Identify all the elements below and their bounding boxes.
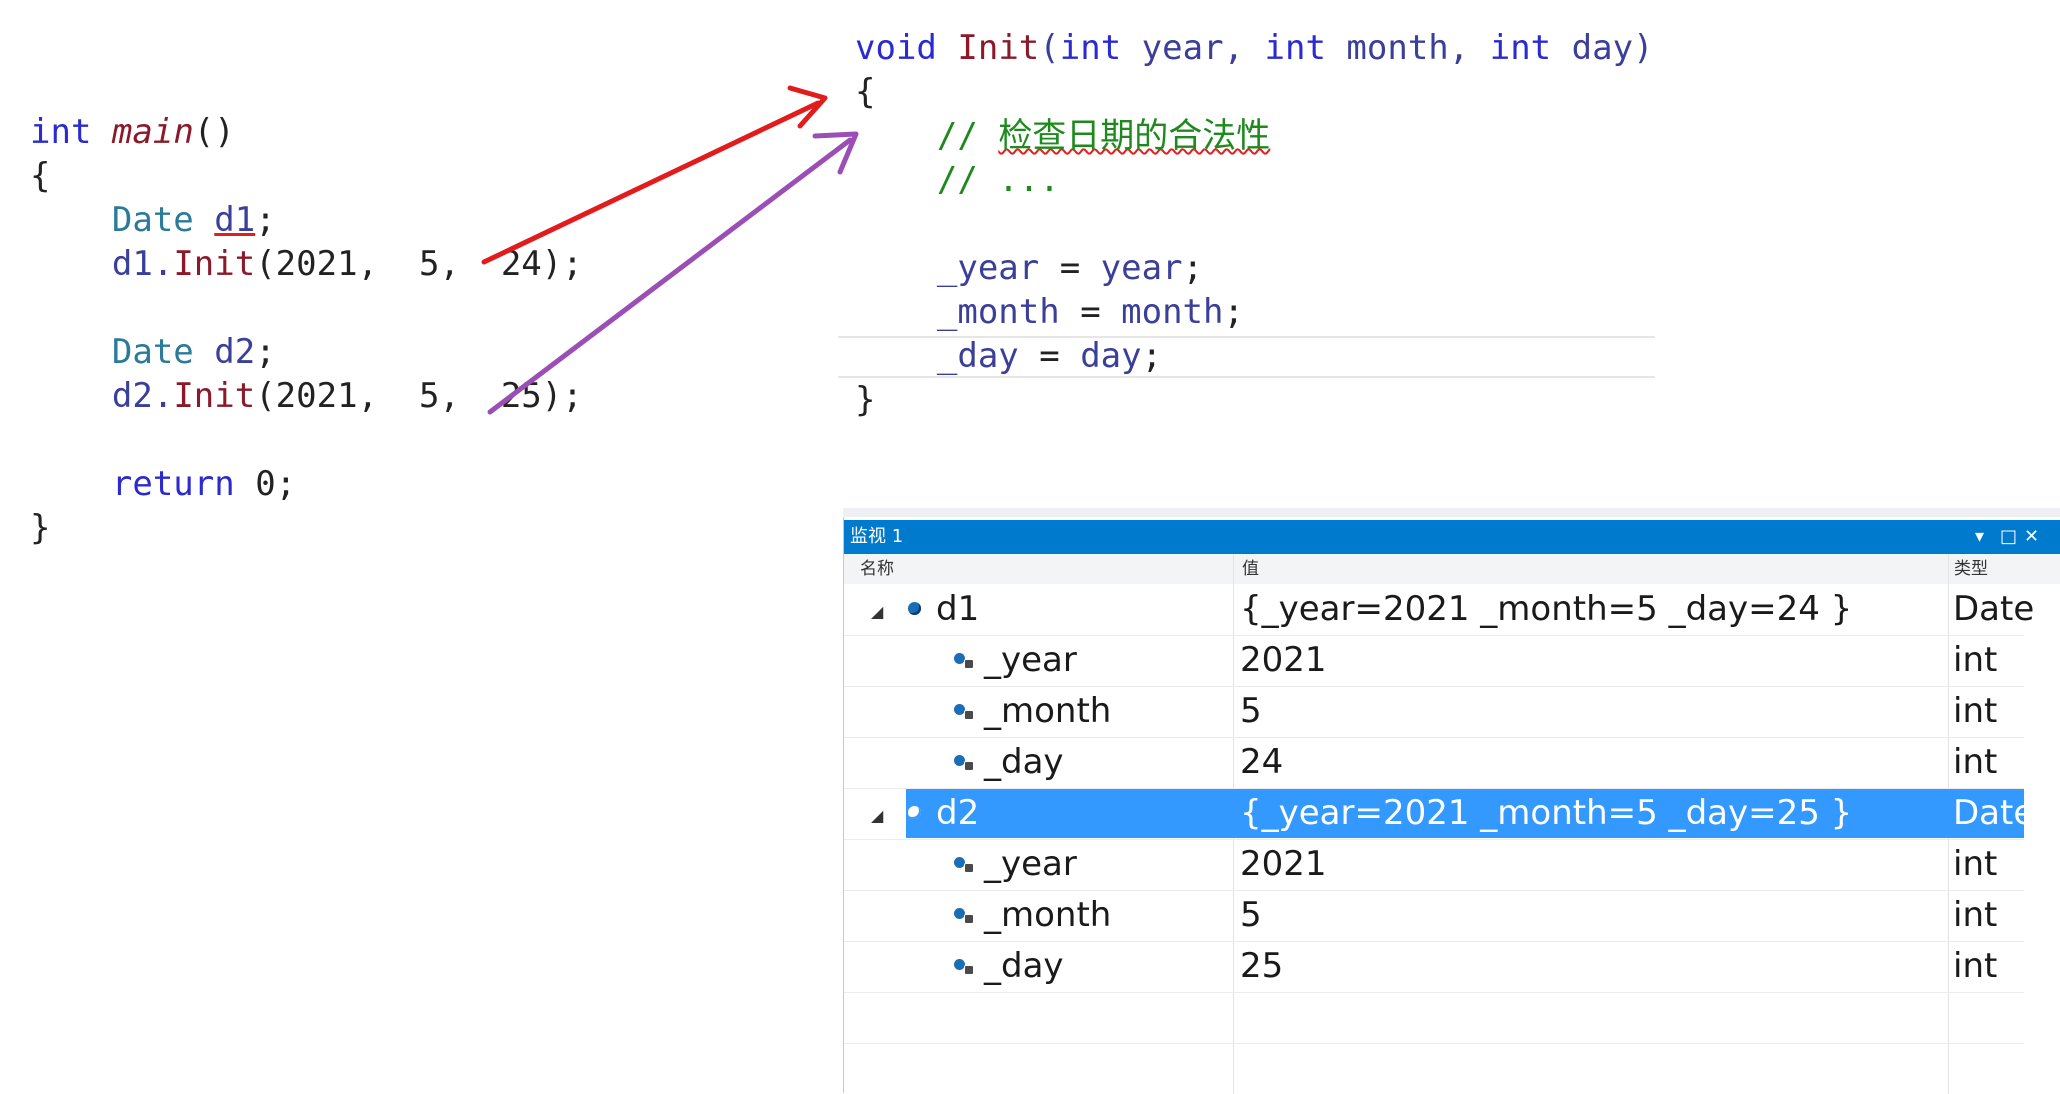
collapse-triangle-icon[interactable]: ◢	[871, 602, 883, 621]
watch-value: {_year=2021 _month=5 _day=24 }	[1240, 589, 1853, 629]
red-arrow	[481, 85, 828, 265]
column-header: 名称 值 类型	[844, 554, 2060, 584]
watch-row-field[interactable]: _year 2021 int	[844, 635, 2024, 687]
watch-title: 监视 1	[850, 526, 904, 547]
watch-type: Date	[1953, 793, 2035, 833]
watch-type: int	[1953, 640, 1998, 680]
column-header-value[interactable]: 值	[1242, 554, 1259, 584]
watch-value: 24	[1240, 742, 1284, 782]
close-icon[interactable]: ✕	[2024, 520, 2039, 554]
watch-row-d2[interactable]: ◢ d2 {_year=2021 _month=5 _day=25 } Date	[844, 788, 2034, 840]
purple-arrow	[487, 131, 859, 415]
column-header-type[interactable]: 类型	[1954, 554, 1988, 584]
watch-row-field[interactable]: _year 2021 int	[844, 839, 2024, 891]
watch-type: int	[1953, 895, 1998, 935]
watch-name: d1	[936, 589, 980, 629]
watch-type: int	[1953, 691, 1998, 731]
watch-name: _year	[984, 640, 1077, 680]
watch-window: 监视 1 ▾ □ ✕ 名称 值 类型 ◢ d1 {_year=2021 _mon…	[843, 517, 2060, 1094]
private-field-icon	[954, 704, 974, 720]
private-field-icon	[954, 959, 974, 975]
watch-name: _month	[984, 895, 1112, 935]
column-header-name[interactable]: 名称	[860, 554, 894, 584]
watch-type: int	[1953, 844, 1998, 884]
watch-value: 5	[1240, 895, 1262, 935]
watch-name: _year	[984, 844, 1077, 884]
watch-type: int	[1953, 742, 1998, 782]
watch-value: 2021	[1240, 640, 1327, 680]
maximize-icon[interactable]: □	[2000, 520, 2017, 554]
watch-type: int	[1953, 946, 1998, 986]
watch-value: 2021	[1240, 844, 1327, 884]
dropdown-icon[interactable]: ▾	[1975, 520, 1984, 554]
watch-title-bar[interactable]: 监视 1 ▾ □ ✕	[844, 520, 2060, 554]
watch-name: _month	[984, 691, 1112, 731]
watch-name: _day	[984, 946, 1064, 986]
watch-value: {_year=2021 _month=5 _day=25 }	[1240, 793, 1853, 833]
watch-value: 5	[1240, 691, 1262, 731]
private-field-icon	[954, 653, 974, 669]
object-icon	[908, 602, 921, 615]
watch-name: d2	[936, 793, 980, 833]
object-icon	[908, 806, 921, 819]
watch-type: Date	[1953, 589, 2035, 629]
watch-row-d1[interactable]: ◢ d1 {_year=2021 _month=5 _day=24 } Date	[844, 584, 2034, 636]
private-field-icon	[954, 908, 974, 924]
private-field-icon	[954, 755, 974, 771]
watch-row-field[interactable]: _day 25 int	[844, 941, 2024, 993]
watch-row-field[interactable]: _month 5 int	[844, 890, 2024, 942]
watch-row-field[interactable]: _month 5 int	[844, 686, 2024, 738]
watch-name: _day	[984, 742, 1064, 782]
collapse-triangle-icon[interactable]: ◢	[871, 806, 883, 825]
watch-row-field[interactable]: _day 24 int	[844, 737, 2024, 789]
watch-row-empty[interactable]	[844, 992, 2024, 1044]
watch-value: 25	[1240, 946, 1284, 986]
private-field-icon	[954, 857, 974, 873]
